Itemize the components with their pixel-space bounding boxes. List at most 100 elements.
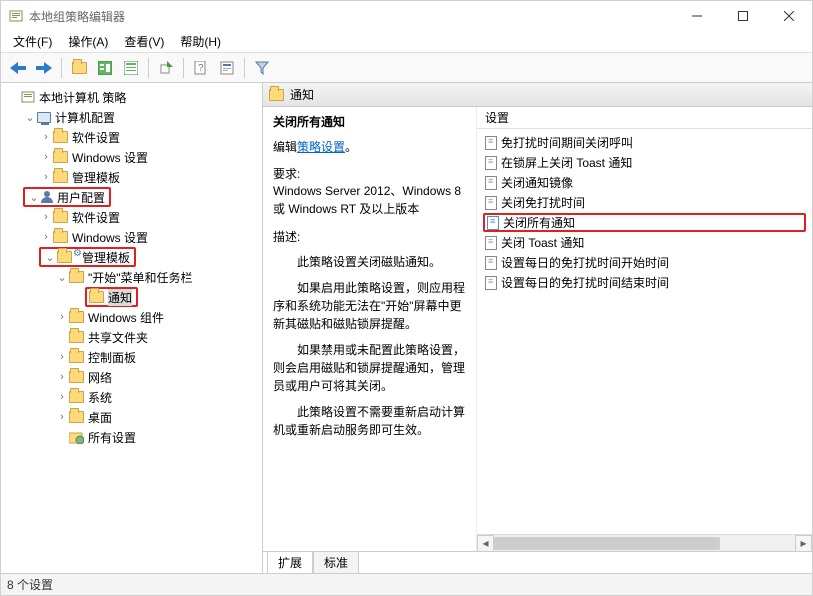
chevron-right-icon[interactable]: ›	[55, 371, 69, 383]
menu-view[interactable]: 查看(V)	[116, 31, 172, 52]
tree-item-allsettings[interactable]: 所有设置	[53, 427, 262, 447]
tab-standard[interactable]: 标准	[313, 551, 359, 573]
chevron-right-icon[interactable]: ›	[39, 211, 53, 223]
folder-icon	[69, 311, 84, 323]
folder-icon	[69, 391, 84, 403]
setting-icon	[485, 236, 497, 250]
policy-icon	[21, 90, 35, 104]
forward-button[interactable]	[32, 56, 56, 80]
chevron-down-icon[interactable]: ⌄	[55, 271, 69, 284]
minimize-button[interactable]	[674, 1, 720, 31]
maximize-button[interactable]	[720, 1, 766, 31]
folder-icon	[57, 251, 72, 263]
chevron-right-icon[interactable]: ›	[55, 351, 69, 363]
list-item[interactable]: 关闭免打扰时间	[483, 193, 806, 212]
folder-icon	[53, 151, 68, 163]
settings-list-pane: 设置 免打扰时间期间关闭呼叫 在锁屏上关闭 Toast 通知 关闭通知镜像 关闭…	[477, 107, 812, 551]
list-item[interactable]: 设置每日的免打扰时间结束时间	[483, 273, 806, 292]
back-button[interactable]	[6, 56, 30, 80]
folder-icon	[89, 291, 104, 303]
view-tabs: 扩展 标准	[263, 551, 812, 573]
tree-item-software[interactable]: ›软件设置	[37, 127, 262, 147]
horizontal-scrollbar[interactable]: ◂ ▸	[477, 534, 812, 551]
help-button[interactable]: ?	[189, 56, 213, 80]
chevron-down-icon[interactable]: ⌄	[43, 251, 57, 264]
folder-icon	[69, 271, 84, 283]
chevron-down-icon[interactable]: ⌄	[27, 191, 41, 204]
scroll-thumb[interactable]	[494, 537, 720, 550]
menu-action[interactable]: 操作(A)	[60, 31, 116, 52]
folder-icon	[69, 411, 84, 423]
list-item[interactable]: 免打扰时间期间关闭呼叫	[483, 133, 806, 152]
tree-item-system[interactable]: ›系统	[53, 387, 262, 407]
list-item-selected[interactable]: 关闭所有通知	[483, 213, 806, 232]
up-button[interactable]	[67, 56, 91, 80]
details-button[interactable]	[119, 56, 143, 80]
setting-icon	[485, 196, 497, 210]
setting-icon	[487, 216, 499, 230]
tree-pane[interactable]: 本地计算机 策略 ⌄ 计算机配置 ›软件设置 ›Windows 设置 ›管理模板	[1, 83, 263, 573]
chevron-right-icon[interactable]: ›	[55, 311, 69, 323]
tree-computer-config[interactable]: ⌄ 计算机配置	[21, 107, 262, 127]
settings-column-header[interactable]: 设置	[477, 107, 812, 129]
tree-root-label: 本地计算机 策略	[39, 89, 126, 106]
list-item[interactable]: 设置每日的免打扰时间开始时间	[483, 253, 806, 272]
tree-item-software-u[interactable]: ›软件设置	[37, 207, 262, 227]
tree-item-notifications[interactable]: 通知	[69, 287, 262, 307]
description-p4: 此策略设置不需要重新启动计算机或重新启动服务即可生效。	[273, 403, 466, 439]
list-item[interactable]: 在锁屏上关闭 Toast 通知	[483, 153, 806, 172]
setting-icon	[485, 176, 497, 190]
description-p3: 如果禁用或未配置此策略设置，则会启用磁贴和锁屏提醒通知，管理员或用户可将其关闭。	[273, 341, 466, 395]
scroll-right-button[interactable]: ▸	[795, 535, 812, 552]
tree-item-wincomp[interactable]: ›Windows 组件	[53, 307, 262, 327]
folder-icon	[53, 231, 68, 243]
tab-extended[interactable]: 扩展	[267, 551, 313, 573]
all-settings-icon	[69, 431, 84, 444]
chevron-right-icon[interactable]: ›	[39, 131, 53, 143]
chevron-right-icon[interactable]: ›	[39, 171, 53, 183]
titlebar: 本地组策略编辑器	[1, 1, 812, 31]
chevron-right-icon[interactable]: ›	[55, 411, 69, 423]
chevron-right-icon[interactable]: ›	[39, 151, 53, 163]
tree-item-windows-u[interactable]: ›Windows 设置	[37, 227, 262, 247]
show-tree-button[interactable]	[93, 56, 117, 80]
toolbar: ?	[1, 53, 812, 83]
tree-item-ctrlpanel[interactable]: ›控制面板	[53, 347, 262, 367]
export-button[interactable]	[154, 56, 178, 80]
statusbar: 8 个设置	[1, 573, 812, 595]
menu-file[interactable]: 文件(F)	[5, 31, 60, 52]
tree-item-admintpl[interactable]: ›管理模板	[37, 167, 262, 187]
tree-item-network[interactable]: ›网络	[53, 367, 262, 387]
app-icon	[9, 9, 23, 23]
tree-user-config[interactable]: ⌄ 用户配置	[21, 187, 262, 207]
tree-root[interactable]: 本地计算机 策略	[5, 87, 262, 107]
edit-policy-link[interactable]: 策略设置	[297, 140, 345, 154]
chevron-right-icon[interactable]: ›	[55, 391, 69, 403]
chevron-right-icon[interactable]: ›	[39, 231, 53, 243]
status-text: 8 个设置	[7, 576, 53, 593]
setting-icon	[485, 156, 497, 170]
setting-icon	[485, 136, 497, 150]
folder-icon	[69, 371, 84, 383]
details-header-title: 通知	[290, 86, 314, 103]
settings-list: 免打扰时间期间关闭呼叫 在锁屏上关闭 Toast 通知 关闭通知镜像 关闭免打扰…	[477, 129, 812, 296]
folder-icon	[69, 331, 84, 343]
chevron-down-icon[interactable]: ⌄	[23, 111, 37, 124]
scroll-left-button[interactable]: ◂	[477, 535, 494, 552]
list-item[interactable]: 关闭通知镜像	[483, 173, 806, 192]
tree-item-desktop[interactable]: ›桌面	[53, 407, 262, 427]
computer-icon	[37, 112, 51, 123]
folder-icon	[69, 351, 84, 363]
tree-item-shared[interactable]: 共享文件夹	[53, 327, 262, 347]
list-item[interactable]: 关闭 Toast 通知	[483, 233, 806, 252]
main-area: 本地计算机 策略 ⌄ 计算机配置 ›软件设置 ›Windows 设置 ›管理模板	[1, 83, 812, 573]
close-button[interactable]	[766, 1, 812, 31]
policy-title: 关闭所有通知	[273, 113, 466, 130]
filter-button[interactable]	[250, 56, 274, 80]
folder-icon	[53, 131, 68, 143]
menu-help[interactable]: 帮助(H)	[172, 31, 229, 52]
properties-button[interactable]	[215, 56, 239, 80]
tree-item-windows[interactable]: ›Windows 设置	[37, 147, 262, 167]
tree-item-start-menu[interactable]: ⌄ "开始"菜单和任务栏	[53, 267, 262, 287]
tree-item-admintpl-u[interactable]: ⌄ ⚙ 管理模板	[37, 247, 262, 267]
